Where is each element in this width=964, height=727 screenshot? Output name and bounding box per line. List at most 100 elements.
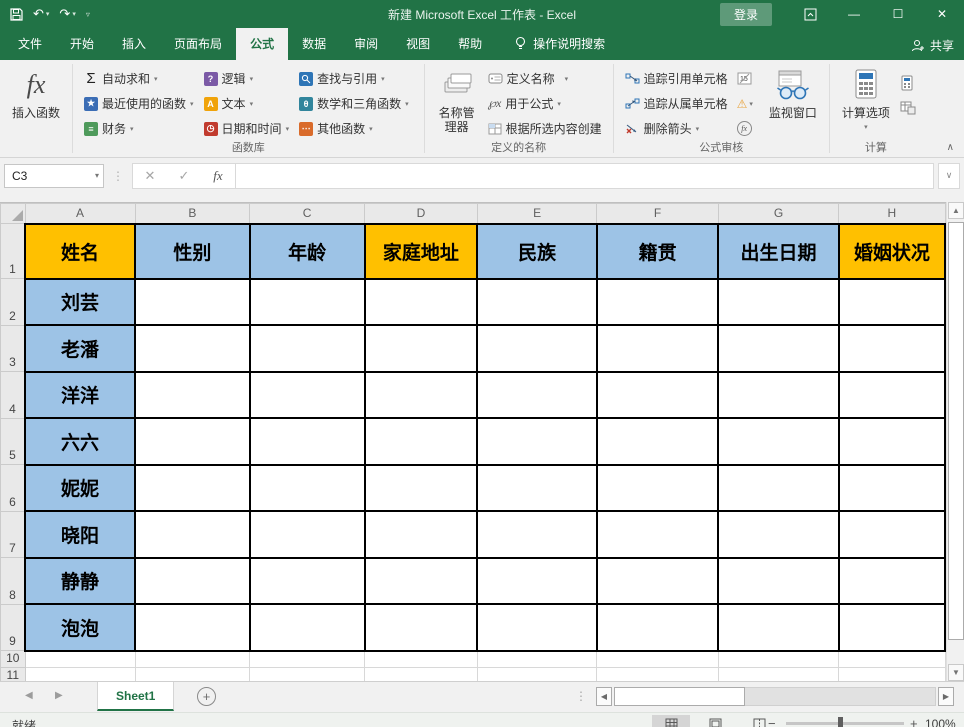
column-header-h[interactable]: H bbox=[839, 204, 945, 224]
undo-dropdown-icon[interactable]: ▾ bbox=[46, 10, 50, 18]
empty-cell[interactable] bbox=[718, 604, 838, 651]
empty-cell[interactable] bbox=[718, 558, 838, 605]
empty-cell[interactable] bbox=[250, 651, 365, 668]
tab-home[interactable]: 开始 bbox=[56, 28, 108, 60]
empty-cell[interactable] bbox=[718, 651, 838, 668]
empty-cell[interactable] bbox=[839, 372, 945, 419]
date-time-button[interactable]: ◷日期和时间▾ bbox=[199, 116, 295, 141]
scroll-down-button[interactable]: ▼ bbox=[948, 664, 964, 681]
trace-precedents-button[interactable]: 追踪引用单元格 bbox=[620, 66, 733, 91]
name-cell[interactable]: 六六 bbox=[25, 418, 135, 465]
empty-cell[interactable] bbox=[839, 279, 945, 326]
empty-cell[interactable] bbox=[365, 668, 478, 682]
empty-cell[interactable] bbox=[25, 651, 135, 668]
empty-cell[interactable] bbox=[597, 668, 718, 682]
empty-cell[interactable] bbox=[718, 418, 838, 465]
empty-cell[interactable] bbox=[597, 372, 718, 419]
sheet-nav-right-icon[interactable]: ▶ bbox=[55, 690, 63, 701]
empty-cell[interactable] bbox=[25, 668, 135, 682]
tell-me-search[interactable]: 操作说明搜索 bbox=[504, 28, 615, 60]
empty-cell[interactable] bbox=[135, 418, 250, 465]
page-layout-view-button[interactable] bbox=[696, 715, 734, 727]
empty-cell[interactable] bbox=[718, 372, 838, 419]
row-header[interactable]: 9 bbox=[1, 604, 26, 651]
empty-cell[interactable] bbox=[250, 279, 365, 326]
empty-cell[interactable] bbox=[477, 325, 597, 372]
header-cell[interactable]: 籍贯 bbox=[597, 224, 718, 279]
empty-cell[interactable] bbox=[250, 325, 365, 372]
empty-cell[interactable] bbox=[839, 651, 945, 668]
name-cell[interactable]: 老潘 bbox=[25, 325, 135, 372]
use-in-formula-button[interactable]: ℘x用于公式▾ bbox=[483, 91, 607, 116]
column-header-b[interactable]: B bbox=[135, 204, 250, 224]
header-cell[interactable]: 民族 bbox=[477, 224, 597, 279]
math-trig-button[interactable]: θ数学和三角函数▾ bbox=[294, 91, 414, 116]
empty-cell[interactable] bbox=[839, 511, 945, 558]
watch-window-button[interactable]: 监视窗口 bbox=[763, 64, 823, 124]
name-box-dropdown-icon[interactable]: ▾ bbox=[95, 171, 99, 180]
scroll-right-button[interactable]: ▶ bbox=[938, 687, 954, 706]
remove-arrows-button[interactable]: 删除箭头▾ bbox=[620, 116, 733, 141]
tab-data[interactable]: 数据 bbox=[288, 28, 340, 60]
empty-cell[interactable] bbox=[718, 511, 838, 558]
tab-file[interactable]: 文件 bbox=[4, 28, 56, 60]
text-functions-button[interactable]: A文本▾ bbox=[199, 91, 295, 116]
header-cell[interactable]: 家庭地址 bbox=[365, 224, 478, 279]
empty-cell[interactable] bbox=[597, 651, 718, 668]
empty-cell[interactable] bbox=[135, 558, 250, 605]
empty-cell[interactable] bbox=[477, 558, 597, 605]
empty-cell[interactable] bbox=[250, 418, 365, 465]
column-header-f[interactable]: F bbox=[597, 204, 718, 224]
empty-cell[interactable] bbox=[250, 668, 365, 682]
row-header[interactable]: 11 bbox=[1, 668, 26, 682]
zoom-slider-thumb[interactable] bbox=[838, 717, 843, 727]
empty-cell[interactable] bbox=[839, 558, 945, 605]
tab-review[interactable]: 审阅 bbox=[340, 28, 392, 60]
column-header-e[interactable]: E bbox=[477, 204, 597, 224]
name-cell[interactable]: 静静 bbox=[25, 558, 135, 605]
row-header[interactable]: 3 bbox=[1, 325, 26, 372]
header-cell[interactable]: 性别 bbox=[135, 224, 250, 279]
horizontal-scrollbar-thumb[interactable] bbox=[614, 687, 745, 706]
empty-cell[interactable] bbox=[365, 604, 478, 651]
empty-cell[interactable] bbox=[365, 465, 478, 512]
empty-cell[interactable] bbox=[135, 668, 250, 682]
name-cell[interactable]: 刘芸 bbox=[25, 279, 135, 326]
name-cell[interactable]: 洋洋 bbox=[25, 372, 135, 419]
redo-button[interactable]: ↷▾ bbox=[59, 6, 75, 22]
zoom-out-button[interactable]: − bbox=[768, 716, 776, 727]
empty-cell[interactable] bbox=[365, 651, 478, 668]
scroll-left-button[interactable]: ◀ bbox=[596, 687, 612, 706]
empty-cell[interactable] bbox=[135, 651, 250, 668]
empty-cell[interactable] bbox=[477, 279, 597, 326]
trace-dependents-button[interactable]: 追踪从属单元格 bbox=[620, 91, 733, 116]
sheet-tab-active[interactable]: Sheet1 bbox=[97, 682, 174, 711]
vertical-scrollbar[interactable]: ▲ ▼ bbox=[946, 202, 964, 681]
collapse-ribbon-button[interactable]: ∧ bbox=[947, 142, 954, 153]
empty-cell[interactable] bbox=[365, 418, 478, 465]
empty-cell[interactable] bbox=[477, 604, 597, 651]
empty-cell[interactable] bbox=[365, 325, 478, 372]
zoom-slider-track[interactable] bbox=[786, 722, 904, 725]
recent-functions-button[interactable]: ★最近使用的函数▾ bbox=[79, 91, 199, 116]
zoom-in-button[interactable]: + bbox=[910, 716, 918, 727]
name-manager-button[interactable]: 名称管理器 bbox=[431, 64, 483, 138]
empty-cell[interactable] bbox=[839, 418, 945, 465]
tab-help[interactable]: 帮助 bbox=[444, 28, 496, 60]
empty-cell[interactable] bbox=[477, 465, 597, 512]
empty-cell[interactable] bbox=[365, 279, 478, 326]
empty-cell[interactable] bbox=[250, 465, 365, 512]
close-button[interactable]: ✕ bbox=[920, 0, 964, 28]
redo-dropdown-icon[interactable]: ▾ bbox=[72, 10, 76, 18]
calculate-sheet-button[interactable] bbox=[896, 95, 920, 120]
confirm-entry-button[interactable]: ✓ bbox=[167, 168, 201, 184]
tab-insert[interactable]: 插入 bbox=[108, 28, 160, 60]
calculation-options-button[interactable]: 计算选项 ▾ bbox=[836, 64, 896, 139]
formula-input[interactable] bbox=[236, 163, 934, 189]
empty-cell[interactable] bbox=[250, 372, 365, 419]
maximize-button[interactable]: ☐ bbox=[876, 0, 920, 28]
insert-function-fx-button[interactable]: fx bbox=[201, 168, 235, 184]
column-header-c[interactable]: C bbox=[250, 204, 365, 224]
column-header-d[interactable]: D bbox=[365, 204, 478, 224]
zoom-level-label[interactable]: 100% bbox=[925, 717, 956, 727]
